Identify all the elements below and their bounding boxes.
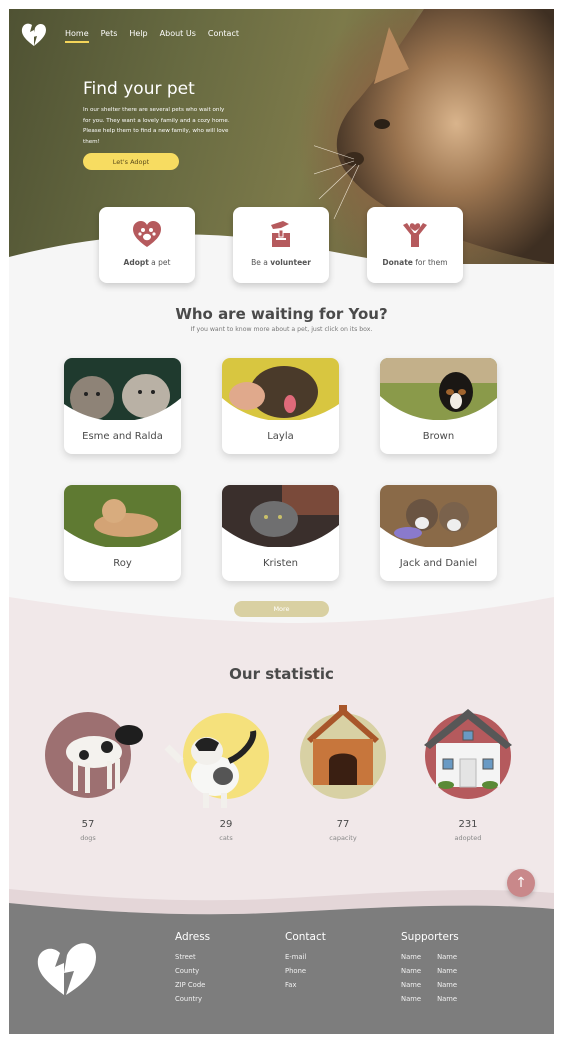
pet-photo [222, 358, 339, 420]
hero-title: Find your pet [83, 79, 195, 99]
supporter-name[interactable]: Name [401, 964, 421, 978]
nav-about-us[interactable]: About Us [160, 29, 196, 43]
volunteer-label: Be a volunteer [251, 258, 311, 267]
adopt-card[interactable]: Adopt a pet [99, 207, 195, 283]
hero-text-line1: In our shelter there are several pets wh… [83, 107, 230, 124]
supporter-name[interactable]: Name [401, 950, 421, 964]
footer-logo-icon[interactable] [34, 937, 98, 997]
supporter-name[interactable]: Name [437, 950, 457, 964]
cats-label: cats [219, 834, 233, 842]
hero-text-line2: Please help them to find a new family, w… [83, 128, 229, 145]
heart-paw-icon [133, 221, 161, 247]
logo-icon[interactable] [20, 20, 48, 48]
pet-card-kristen[interactable]: Kristen [222, 485, 339, 581]
pet-card-brown[interactable]: Brown [380, 358, 497, 454]
supporter-name[interactable]: Name [401, 992, 421, 1006]
waiting-title: Who are waiting for You? [175, 305, 388, 323]
pet-card-layla[interactable]: Layla [222, 358, 339, 454]
cats-count: 29 [219, 819, 233, 830]
volunteer-card[interactable]: Be a volunteer [233, 207, 329, 283]
pet-name: Jack and Daniel [399, 558, 478, 569]
scroll-up-button[interactable]: ↑ [507, 869, 535, 897]
nav-contact[interactable]: Contact [208, 29, 239, 43]
more-button[interactable]: More [234, 601, 329, 617]
supporters-row: Name Name [401, 964, 459, 978]
footer-supporters: Supporters Name Name Name Name Name Name Na… [401, 931, 459, 1006]
supporters-row: Name Name [401, 950, 459, 964]
adopted-label: adopted [454, 834, 482, 842]
nav-pets[interactable]: Pets [101, 29, 118, 43]
supporters-row: Name Name [401, 978, 459, 992]
footer-link[interactable]: E-mail [285, 950, 326, 964]
pet-name: Kristen [262, 558, 299, 569]
footer-supporters-title: Supporters [401, 931, 459, 943]
pet-card-jack-daniel[interactable]: Jack and Daniel [380, 485, 497, 581]
lets-adopt-button[interactable]: Let's Adopt [83, 153, 179, 170]
capacity-label: capacity [329, 834, 357, 842]
supporter-name[interactable]: Name [437, 964, 457, 978]
footer-contact: Contact E-mail Phone Fax [285, 931, 326, 992]
capacity-count: 77 [336, 819, 350, 830]
footer-address: Adress Street County ZIP Code Country [175, 931, 210, 1006]
nav-home[interactable]: Home [65, 29, 89, 43]
donate-card[interactable]: Donate for them [367, 207, 463, 283]
pet-photo [64, 485, 181, 547]
pet-photo [380, 358, 497, 420]
supporters-row: Name Name [401, 992, 459, 1006]
footer-link[interactable]: ZIP Code [175, 978, 210, 992]
pet-name: Roy [113, 558, 132, 569]
pet-photo [222, 485, 339, 547]
footer-link[interactable]: Street [175, 950, 210, 964]
adopt-label: Adopt a pet [123, 258, 171, 267]
pet-name: Brown [422, 431, 455, 442]
supporter-name[interactable]: Name [401, 978, 421, 992]
doghouse-image [307, 705, 379, 785]
footer-address-title: Adress [175, 931, 211, 943]
dog-image [66, 725, 143, 793]
footer-link[interactable]: Phone [285, 964, 326, 978]
pet-card-esme-ralda[interactable]: Esme and Ralda [64, 358, 181, 454]
pet-photo [64, 358, 181, 420]
donate-label: Donate for them [382, 258, 448, 267]
hero-text: In our shelter there are several pets wh… [83, 105, 233, 147]
supporter-name[interactable]: Name [437, 978, 457, 992]
footer-contact-title: Contact [285, 931, 326, 943]
adopted-count: 231 [458, 819, 478, 830]
house-image [424, 709, 512, 789]
supporter-name[interactable]: Name [437, 992, 457, 1006]
pet-card-roy[interactable]: Roy [64, 485, 181, 581]
stats-title: Our statistic [229, 665, 334, 683]
arrow-up-icon: ↑ [515, 875, 527, 891]
footer-link[interactable]: Fax [285, 978, 326, 992]
page: Home Pets Help About Us Contact Find you… [9, 9, 554, 1034]
dogs-count: 57 [81, 819, 95, 830]
cat-image [164, 730, 257, 808]
waiting-subtitle: If you want to know more about a pet, ju… [190, 326, 373, 333]
pet-photo [380, 485, 497, 547]
main-nav: Home Pets Help About Us Contact [65, 29, 251, 43]
footer-link[interactable]: County [175, 964, 210, 978]
pet-name: Layla [267, 431, 294, 442]
person-heart-icon [403, 223, 427, 247]
hand-box-icon [271, 221, 290, 247]
nav-help[interactable]: Help [129, 29, 147, 43]
pet-name: Esme and Ralda [82, 431, 163, 442]
footer-link[interactable]: Country [175, 992, 210, 1006]
dogs-label: dogs [80, 834, 96, 842]
